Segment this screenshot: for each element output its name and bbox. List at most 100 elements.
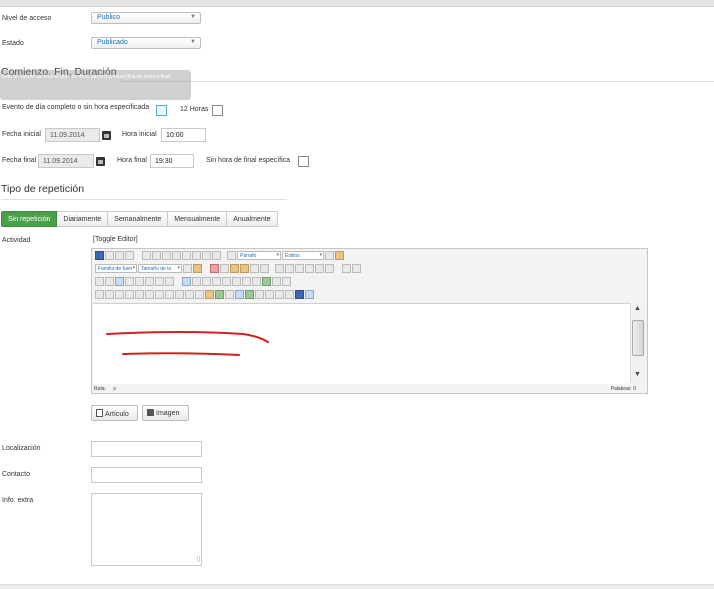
allday-checkbox[interactable] (156, 105, 167, 116)
bullet-list-icon[interactable] (275, 264, 284, 273)
end-time-input[interactable]: 19:30 (150, 154, 194, 168)
code-icon[interactable] (135, 277, 144, 286)
help-icon[interactable] (95, 251, 104, 260)
insert-col-icon[interactable] (242, 277, 251, 286)
bold-icon[interactable] (142, 251, 151, 260)
resize-grip-icon[interactable]: ⠿ (196, 556, 201, 564)
acronym-icon[interactable] (155, 290, 164, 299)
font-family-select[interactable]: Familia de fuen (95, 264, 137, 273)
new-doc-icon[interactable] (105, 251, 114, 260)
link-icon[interactable] (115, 290, 124, 299)
end-date-input[interactable]: 11.09.2014 (38, 154, 94, 168)
redo-icon[interactable] (125, 251, 134, 260)
ins-icon[interactable] (175, 290, 184, 299)
tab-diariamente[interactable]: Diariamente (57, 211, 109, 227)
tab-anualmente[interactable]: Anualmente (227, 211, 278, 227)
paste-word-icon[interactable] (250, 264, 259, 273)
outdent-icon[interactable] (295, 264, 304, 273)
start-time-input[interactable]: 10:00 (161, 128, 206, 142)
clear-format-icon[interactable] (325, 251, 334, 260)
location-input[interactable] (91, 441, 202, 457)
paste-icon[interactable] (230, 264, 239, 273)
tab-sin-repeticion[interactable]: Sin repetición (1, 211, 58, 227)
attribs-icon[interactable] (185, 290, 194, 299)
subscript-icon[interactable] (315, 264, 324, 273)
superscript-icon[interactable] (325, 264, 334, 273)
scroll-thumb[interactable] (632, 320, 644, 356)
no-end-checkbox[interactable] (298, 156, 309, 167)
replace-icon[interactable] (165, 277, 174, 286)
cite-icon[interactable] (135, 290, 144, 299)
align-left-icon[interactable] (182, 251, 191, 260)
styles-select[interactable]: Estilos (282, 251, 324, 260)
numbered-list-icon[interactable] (285, 264, 294, 273)
split-cell-icon[interactable] (262, 277, 271, 286)
anchor-icon[interactable] (125, 277, 134, 286)
insert-row-icon[interactable] (222, 277, 231, 286)
scroll-up-icon[interactable]: ▲ (634, 305, 641, 312)
save-icon[interactable] (295, 290, 304, 299)
font-size-select[interactable]: Tamaño de la (138, 264, 182, 273)
calendar-icon[interactable] (96, 157, 105, 166)
emotions-icon[interactable] (235, 290, 244, 299)
article-button[interactable]: Artículo (91, 405, 138, 421)
spellcheck-icon[interactable] (245, 290, 254, 299)
cell-props-icon[interactable] (212, 277, 221, 286)
path-value[interactable]: p (113, 386, 116, 392)
select-all-icon[interactable] (260, 264, 269, 273)
merge-cell-icon[interactable] (272, 277, 281, 286)
brush-icon[interactable] (335, 251, 344, 260)
insert-date-icon[interactable] (215, 290, 224, 299)
pilcrow-icon[interactable] (105, 290, 114, 299)
horizontal-rule-icon[interactable] (352, 264, 361, 273)
del-icon[interactable] (165, 290, 174, 299)
tab-mensualmente[interactable]: Mensualmente (168, 211, 228, 227)
info-extra-textarea[interactable]: ⠿ (91, 493, 202, 566)
editor-content-area[interactable] (93, 303, 631, 384)
template-icon[interactable] (205, 290, 214, 299)
html-source-icon[interactable] (305, 290, 314, 299)
visual-aid-icon[interactable] (282, 277, 291, 286)
delete-row-icon[interactable] (232, 277, 241, 286)
fullscreen-icon[interactable] (255, 290, 264, 299)
print-icon[interactable] (145, 277, 154, 286)
delete-col-icon[interactable] (252, 277, 261, 286)
italic-icon[interactable] (152, 251, 161, 260)
undo-icon[interactable] (115, 251, 124, 260)
indent-icon[interactable] (305, 264, 314, 273)
media-icon[interactable] (182, 277, 191, 286)
image-button[interactable]: Imagen (142, 405, 189, 421)
copy-icon[interactable] (220, 264, 229, 273)
calendar-icon[interactable] (102, 131, 111, 140)
omega-icon[interactable] (342, 264, 351, 273)
highlight-icon[interactable] (193, 264, 202, 273)
warning-icon[interactable] (195, 290, 204, 299)
scroll-down-icon[interactable]: ▼ (634, 371, 641, 378)
pagebreak-icon[interactable] (285, 290, 294, 299)
underline-icon[interactable] (162, 251, 171, 260)
align-right-icon[interactable] (202, 251, 211, 260)
contact-input[interactable] (91, 467, 202, 483)
unlink-icon[interactable] (125, 290, 134, 299)
preview-icon[interactable] (265, 290, 274, 299)
layer-icon[interactable] (95, 290, 104, 299)
blockquote-icon[interactable] (227, 251, 236, 260)
format-select[interactable]: Párrafo (237, 251, 281, 260)
abbr-icon[interactable] (145, 290, 154, 299)
toggle-editor-link[interactable]: [Toggle Editor] (93, 236, 138, 243)
nonbreaking-icon[interactable] (275, 290, 284, 299)
cut-icon[interactable] (210, 264, 219, 273)
paste-text-icon[interactable] (240, 264, 249, 273)
insert-time-icon[interactable] (225, 290, 234, 299)
start-date-input[interactable]: 11.09.2014 (45, 128, 100, 142)
ltr-icon[interactable] (95, 277, 104, 286)
align-justify-icon[interactable] (212, 251, 221, 260)
align-center-icon[interactable] (192, 251, 201, 260)
strikethrough-icon[interactable] (172, 251, 181, 260)
rtl-icon[interactable] (105, 277, 114, 286)
table-icon[interactable] (192, 277, 201, 286)
h12-checkbox[interactable] (212, 105, 223, 116)
editor-scrollbar[interactable]: ▲ ▼ (630, 303, 646, 383)
insert-image-icon[interactable] (115, 277, 124, 286)
tab-semanalmente[interactable]: Semanalmente (108, 211, 169, 227)
